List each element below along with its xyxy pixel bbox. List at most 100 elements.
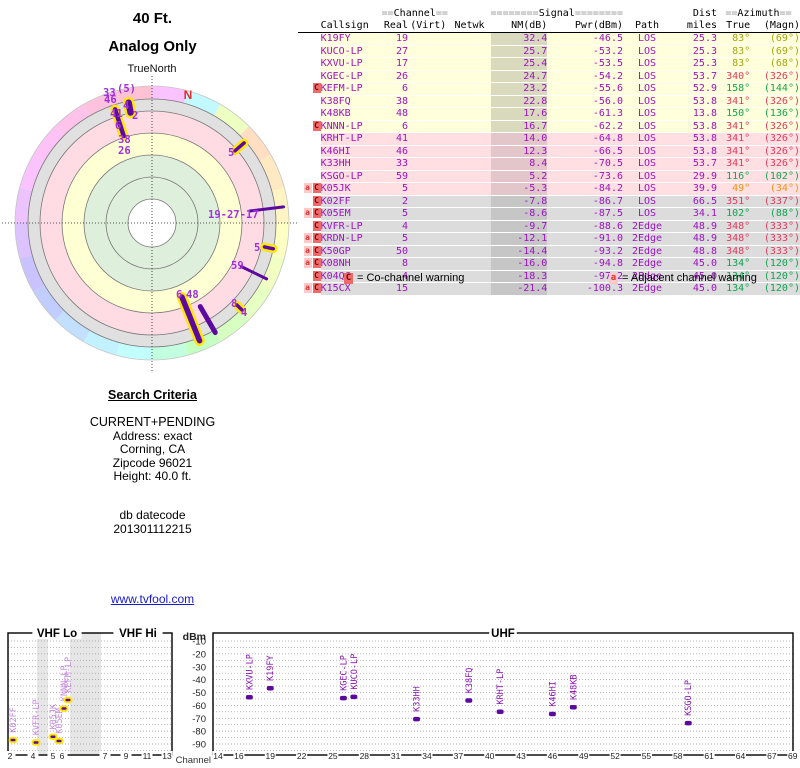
warning-badges: C (298, 83, 321, 96)
band-label: UHF (491, 628, 515, 640)
channel-tick-22: 22 (297, 751, 307, 761)
col-header-badge-col (298, 20, 321, 33)
bar-label-K38FQ: K38FQ (465, 668, 475, 694)
cell-azimuth-true: 348° (717, 233, 750, 246)
cell-network (449, 45, 491, 58)
cell-nm-db: 25.7 (491, 45, 548, 58)
bar-label-KVFR-LP: KVFR-LP (32, 699, 42, 735)
warning-badges (298, 45, 321, 58)
cell-real-channel: 19 (381, 33, 408, 46)
search-city: Corning, CA (0, 443, 305, 457)
cell-callsign: K33HH (321, 158, 381, 171)
cell-pwr-dbm: -94.8 (547, 258, 623, 271)
cell-azimuth-magn: (68°) (750, 58, 800, 71)
channel-tick-14: 14 (213, 751, 223, 761)
bar-label-K02FF: K02FF (9, 707, 19, 733)
cell-nm-db: 16.7 (491, 120, 548, 133)
co-channel-warning-badge: C (313, 183, 321, 193)
polar-azimuth-chart: 3346(5)441638262519-27-1755964884TrueNor… (0, 55, 320, 385)
cell-real-channel: 33 (381, 158, 408, 171)
channel-tick-11: 11 (143, 751, 152, 761)
cell-network (449, 145, 491, 158)
cell-callsign: K38FQ (321, 95, 381, 108)
tvfool-link[interactable]: www.tvfool.com (111, 592, 194, 606)
cell-azimuth-true: 158° (717, 83, 750, 96)
signal-bar-K19FY (267, 686, 274, 691)
channel-tick-28: 28 (360, 751, 370, 761)
cell-path: LOS (623, 195, 671, 208)
cell-callsign: KRDN-LP (321, 233, 381, 246)
cell-network (449, 233, 491, 246)
table-row-K02FF: CK02FF2-7.8-86.7LOS66.5351°(337°) (298, 195, 800, 208)
cell-pwr-dbm: -46.5 (547, 33, 623, 46)
polar-channel-label: 6 (176, 289, 182, 301)
cell-azimuth-magn: (333°) (750, 245, 800, 258)
cell-pwr-dbm: -91.0 (547, 233, 623, 246)
band-label: VHF Hi (119, 628, 157, 640)
cell-azimuth-true: 348° (717, 245, 750, 258)
cell-path: LOS (623, 133, 671, 146)
polar-channel-label: 46 (104, 94, 117, 106)
cell-path: LOS (623, 145, 671, 158)
channel-tick-37: 37 (454, 751, 464, 761)
cell-virtual-channel (408, 58, 449, 71)
cell-path: LOS (623, 70, 671, 83)
cell-network (449, 133, 491, 146)
dbm-tick--20: -20 (192, 649, 206, 660)
cell-nm-db: 25.4 (491, 58, 548, 71)
bar-label-K05EM: K05EM (55, 708, 65, 734)
cell-azimuth-true: 341° (717, 120, 750, 133)
table-row-KVFR-LP: CKVFR-LP4-9.7-88.62Edge48.9348°(333°) (298, 220, 800, 233)
cell-miles: 45.0 (671, 283, 717, 296)
signal-bar-K02FF (10, 738, 17, 743)
polar-channel-label: 26 (118, 145, 131, 157)
cell-virtual-channel (408, 95, 449, 108)
cell-network (449, 220, 491, 233)
cell-callsign: K05JK (321, 183, 381, 196)
cell-azimuth-true: 83° (717, 58, 750, 71)
cell-miles: 48.8 (671, 245, 717, 258)
dist-group-header: Dist (671, 8, 717, 20)
co-channel-legend-text: = Co-channel warning (357, 272, 464, 284)
cell-path: LOS (623, 95, 671, 108)
cell-miles: 25.3 (671, 58, 717, 71)
warning-badges: aC (298, 245, 321, 258)
channel-tick-16: 16 (234, 751, 244, 761)
cell-nm-db: 24.7 (491, 70, 548, 83)
cell-miles: 53.7 (671, 158, 717, 171)
co-channel-badge: C (344, 273, 353, 284)
cell-virtual-channel (408, 170, 449, 183)
channel-tick-49: 49 (579, 751, 589, 761)
channel-group-header: ==Channel== (381, 8, 449, 20)
cell-azimuth-magn: (144°) (750, 83, 800, 96)
cell-pwr-dbm: -55.6 (547, 83, 623, 96)
channel-tick-52: 52 (610, 751, 620, 761)
cell-nm-db: 5.2 (491, 170, 548, 183)
signal-bar-KGEC-LP (340, 696, 347, 701)
cell-callsign: K05EM (321, 208, 381, 221)
table-row-K19FY: K19FY1932.4-46.5LOS25.383°(69°) (298, 33, 800, 46)
cell-real-channel: 50 (381, 245, 408, 258)
col-header-path: Path (623, 20, 671, 33)
channel-tick-4: 4 (31, 751, 36, 761)
cell-virtual-channel (408, 133, 449, 146)
cell-network (449, 120, 491, 133)
col-header-azimuth-magn: (Magn) (750, 20, 800, 33)
polar-channel-label: 6 (115, 120, 121, 132)
cell-azimuth-magn: (102°) (750, 170, 800, 183)
channel-tick-9: 9 (124, 751, 129, 761)
bar-label-KGEC-LP: KGEC-LP (339, 655, 349, 691)
search-address: Address: exact (0, 430, 305, 444)
adjacent-channel-badge: a (609, 273, 618, 284)
adjacent-channel-warning-badge: a (304, 233, 312, 243)
warning-badges: C (298, 120, 321, 133)
cell-callsign: KNNN-LP (321, 120, 381, 133)
cell-azimuth-true: 341° (717, 158, 750, 171)
table-row-K46HI: K46HI4612.3-66.5LOS53.8341°(326°) (298, 145, 800, 158)
cell-azimuth-magn: (120°) (750, 283, 800, 296)
cell-miles: 39.9 (671, 183, 717, 196)
cell-azimuth-magn: (326°) (750, 145, 800, 158)
cell-network (449, 95, 491, 108)
cell-pwr-dbm: -100.3 (547, 283, 623, 296)
warning-badges (298, 70, 321, 83)
